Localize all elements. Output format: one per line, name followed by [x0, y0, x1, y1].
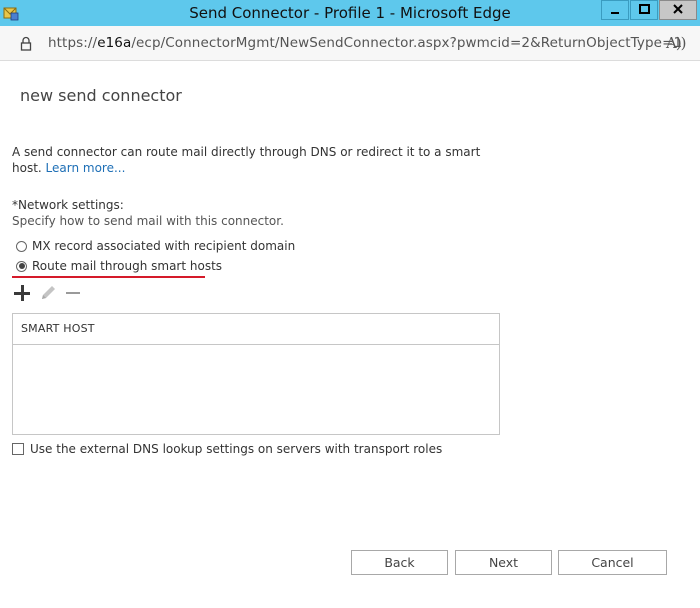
window-title: Send Connector - Profile 1 - Microsoft E… — [189, 4, 511, 22]
learn-more-link[interactable]: Learn more... — [46, 161, 126, 175]
minimize-button[interactable] — [601, 0, 629, 20]
smart-host-table[interactable]: SMART HOST — [12, 313, 500, 435]
radio-mx-record-label: MX record associated with recipient doma… — [32, 239, 296, 253]
description-text: A send connector can route mail directly… — [12, 144, 502, 176]
radio-smart-hosts[interactable]: Route mail through smart hosts — [16, 258, 222, 274]
lock-icon — [20, 36, 32, 51]
radio-mx-record[interactable]: MX record associated with recipient doma… — [16, 238, 295, 254]
network-settings-help: Specify how to send mail with this conne… — [12, 214, 284, 228]
close-icon — [673, 4, 683, 14]
plus-icon[interactable] — [13, 284, 31, 302]
address-bar[interactable]: https://e16a/ecp/ConnectorMgmt/NewSendCo… — [0, 26, 700, 61]
title-bar: Send Connector - Profile 1 - Microsoft E… — [0, 0, 700, 26]
external-dns-checkbox[interactable] — [12, 443, 24, 455]
maximize-button[interactable] — [630, 0, 658, 20]
close-button[interactable] — [659, 0, 697, 20]
external-dns-option[interactable]: Use the external DNS lookup settings on … — [12, 441, 442, 457]
maximize-icon — [639, 4, 650, 14]
next-button[interactable]: Next — [455, 550, 552, 575]
highlight-underline — [12, 276, 205, 278]
external-dns-label: Use the external DNS lookup settings on … — [30, 442, 443, 456]
minus-icon[interactable] — [64, 284, 82, 302]
smart-host-column-header[interactable]: SMART HOST — [13, 314, 499, 345]
minimize-icon — [611, 12, 619, 14]
back-button[interactable]: Back — [351, 550, 448, 575]
radio-mx-record-input[interactable] — [16, 240, 27, 252]
cancel-button[interactable]: Cancel — [558, 550, 667, 575]
url-path: /ecp/ConnectorMgmt/NewSendConnector.aspx… — [131, 35, 683, 51]
read-aloud-icon[interactable]: A)) — [666, 34, 687, 52]
url-text[interactable]: https://e16a/ecp/ConnectorMgmt/NewSendCo… — [48, 26, 682, 60]
page-title: new send connector — [20, 86, 182, 105]
network-settings-label: *Network settings: — [12, 198, 124, 212]
url-host: e16a — [97, 35, 132, 51]
radio-smart-hosts-label: Route mail through smart hosts — [32, 259, 223, 273]
url-prefix: https:// — [48, 35, 98, 51]
radio-smart-hosts-input[interactable] — [16, 260, 27, 272]
pencil-icon[interactable] — [39, 284, 57, 302]
